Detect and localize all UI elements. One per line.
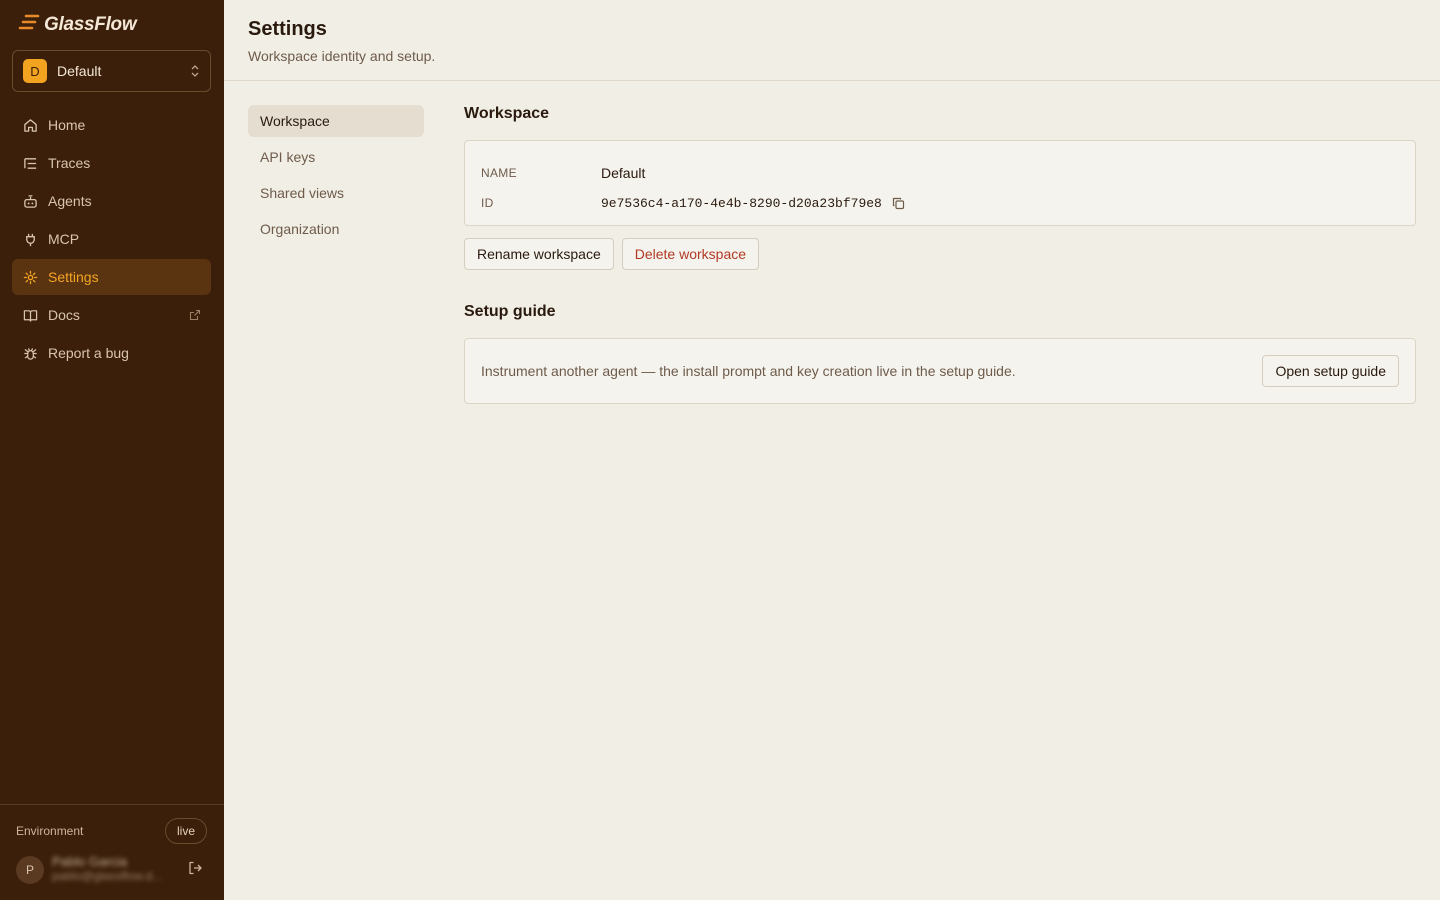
- sidebar-item-label: Docs: [48, 307, 80, 323]
- glassflow-logo-icon: [18, 13, 40, 36]
- sidebar-item-agents[interactable]: Agents: [12, 183, 211, 219]
- sidebar-item-mcp[interactable]: MCP: [12, 221, 211, 257]
- delete-workspace-button[interactable]: Delete workspace: [621, 238, 760, 270]
- plug-icon: [22, 231, 38, 247]
- subnav-item-workspace[interactable]: Workspace: [248, 105, 424, 137]
- workspace-switcher[interactable]: D Default: [12, 50, 211, 92]
- name-value: Default: [601, 165, 646, 181]
- workspace-id-row: ID 9e7536c4-a170-4e4b-8290-d20a23bf79e8: [481, 188, 1399, 218]
- logout-icon[interactable]: [188, 861, 202, 880]
- sidebar-item-home[interactable]: Home: [12, 107, 211, 143]
- workspace-name-row: NAME Default: [481, 158, 1399, 188]
- workspace-avatar: D: [23, 59, 47, 83]
- sidebar-nav: Home Traces Agents MCP Settings Docs Rep…: [12, 107, 211, 373]
- workspace-name: Default: [57, 63, 102, 79]
- user-name: Pablo Garcia: [52, 854, 128, 869]
- external-link-icon: [189, 308, 201, 324]
- workspace-info-card: NAME Default ID 9e7536c4-a170-4e4b-8290-…: [464, 140, 1416, 226]
- sidebar-item-docs[interactable]: Docs: [12, 297, 211, 333]
- user-email: pablo@glassflow.d...: [52, 869, 163, 883]
- subnav-item-shared-views[interactable]: Shared views: [248, 177, 424, 209]
- sidebar-item-report-bug[interactable]: Report a bug: [12, 335, 211, 371]
- settings-content: Workspace NAME Default ID 9e7536c4-a170-…: [464, 105, 1416, 404]
- bot-icon: [22, 193, 38, 209]
- sidebar-item-label: MCP: [48, 231, 80, 247]
- user-info: Pablo Garcia pablo@glassflow.d...: [52, 854, 172, 883]
- rename-workspace-button[interactable]: Rename workspace: [464, 238, 614, 270]
- list-tree-icon: [22, 155, 38, 171]
- sidebar-item-label: Traces: [48, 155, 91, 171]
- sidebar: GlassFlow D Default Home Traces Agents M…: [0, 0, 224, 900]
- gear-icon: [22, 269, 38, 285]
- bug-icon: [22, 345, 38, 361]
- sidebar-footer: Environment live P Pablo Garcia pablo@gl…: [0, 804, 224, 900]
- setup-guide-card: Instrument another agent — the install p…: [464, 338, 1416, 404]
- environment-label: Environment: [16, 824, 84, 838]
- workspace-actions: Rename workspace Delete workspace: [464, 238, 1416, 270]
- sidebar-item-settings[interactable]: Settings: [12, 259, 211, 295]
- sidebar-item-traces[interactable]: Traces: [12, 145, 211, 181]
- sidebar-item-label: Agents: [48, 193, 92, 209]
- sidebar-item-label: Home: [48, 117, 86, 133]
- page-title: Settings: [248, 18, 327, 40]
- home-icon: [22, 117, 38, 133]
- main-area: Settings Workspace identity and setup. W…: [224, 0, 1440, 900]
- setup-guide-text: Instrument another agent — the install p…: [481, 363, 1016, 379]
- subnav-item-organization[interactable]: Organization: [248, 213, 424, 245]
- page-subtitle: Workspace identity and setup.: [248, 48, 436, 64]
- id-value: 9e7536c4-a170-4e4b-8290-d20a23bf79e8: [601, 195, 882, 211]
- environment-badge[interactable]: live: [164, 818, 207, 844]
- settings-subnav: Workspace API keys Shared views Organiza…: [248, 105, 424, 249]
- sidebar-item-label: Report a bug: [48, 345, 129, 361]
- name-label: NAME: [481, 166, 517, 180]
- open-setup-guide-button[interactable]: Open setup guide: [1262, 355, 1399, 387]
- setup-section-title: Setup guide: [464, 303, 556, 320]
- brand[interactable]: GlassFlow: [18, 13, 137, 36]
- book-icon: [22, 307, 38, 323]
- chevron-up-down-icon: [190, 64, 200, 79]
- page-header: Settings Workspace identity and setup.: [224, 0, 1440, 81]
- app-name: GlassFlow: [44, 13, 137, 35]
- subnav-item-api-keys[interactable]: API keys: [248, 141, 424, 173]
- copy-icon[interactable]: [892, 197, 905, 210]
- workspace-section-title: Workspace: [464, 105, 550, 122]
- sidebar-item-label: Settings: [48, 269, 99, 285]
- avatar[interactable]: P: [16, 856, 44, 884]
- id-label: ID: [481, 196, 494, 210]
